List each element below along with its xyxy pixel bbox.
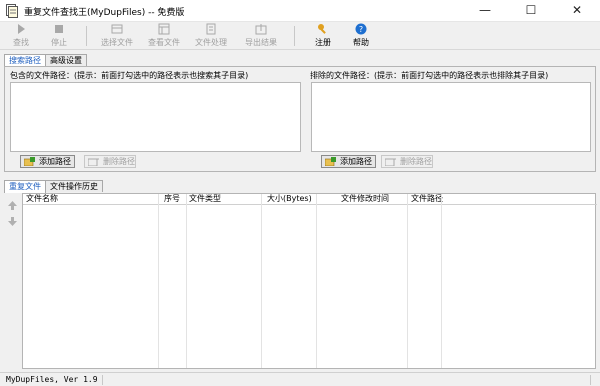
add-folder-icon xyxy=(24,157,35,166)
version-text: MyDupFiles, Ver 1.9 xyxy=(6,375,98,384)
remove-exclude-path-label: 删除路径 xyxy=(400,157,432,166)
select-files-icon xyxy=(111,24,123,34)
search-tab-strip: 搜索路径 高级设置 xyxy=(4,54,204,67)
add-exclude-path-button[interactable]: 添加路径 xyxy=(321,155,376,168)
stop-button[interactable]: 停止 xyxy=(42,23,76,50)
help-label: 帮助 xyxy=(353,38,369,47)
add-include-path-button[interactable]: 添加路径 xyxy=(20,155,75,168)
status-divider xyxy=(590,375,591,385)
key-icon xyxy=(318,24,326,34)
export-results-button[interactable]: 导出结果 xyxy=(238,23,284,50)
file-process-button[interactable]: 文件处理 xyxy=(190,23,232,50)
tab-duplicate-files[interactable]: 重复文件 xyxy=(4,180,46,193)
help-button[interactable]: ? 帮助 xyxy=(344,23,378,50)
column-divider xyxy=(441,194,442,368)
toolbar: 查找 停止 选择文件 查看文件 文件处理 导出结果 注册 ? 帮助 xyxy=(0,22,600,50)
register-label: 注册 xyxy=(315,38,331,47)
toolbar-separator xyxy=(294,26,295,46)
add-exclude-path-label: 添加路径 xyxy=(340,157,372,166)
svg-text:?: ? xyxy=(359,25,363,34)
column-divider xyxy=(316,194,317,368)
view-file-icon xyxy=(158,23,170,35)
duplicate-files-table[interactable]: 文件名称 序号 文件类型 大小(Bytes) 文件修改时间 文件路径 xyxy=(22,193,597,369)
column-divider xyxy=(407,194,408,368)
column-divider xyxy=(261,194,262,368)
file-process-label: 文件处理 xyxy=(195,38,227,47)
play-icon xyxy=(18,24,25,34)
status-bar: MyDupFiles, Ver 1.9 xyxy=(0,372,600,386)
add-include-path-label: 添加路径 xyxy=(39,157,71,166)
search-button-label: 查找 xyxy=(13,38,29,47)
select-files-label: 选择文件 xyxy=(101,38,133,47)
export-results-label: 导出结果 xyxy=(245,38,277,47)
maximize-button[interactable]: ☐ xyxy=(508,0,554,22)
column-header-size[interactable]: 大小(Bytes) xyxy=(267,194,312,205)
remove-folder-icon xyxy=(88,158,99,166)
remove-include-path-label: 删除路径 xyxy=(103,157,135,166)
stop-icon xyxy=(55,25,63,33)
move-down-icon[interactable] xyxy=(7,216,18,227)
close-button[interactable]: ✕ xyxy=(554,0,600,22)
column-header-file-type[interactable]: 文件类型 xyxy=(189,194,221,205)
stop-button-label: 停止 xyxy=(51,38,67,47)
column-header-file-name[interactable]: 文件名称 xyxy=(26,194,58,205)
register-button[interactable]: 注册 xyxy=(306,23,340,50)
column-divider xyxy=(186,194,187,368)
move-up-icon[interactable] xyxy=(7,200,18,211)
column-header-index[interactable]: 序号 xyxy=(164,194,180,205)
minimize-button[interactable]: — xyxy=(462,0,508,22)
search-paths-panel: 包含的文件路径：(提示：前面打勾选中的路径表示也搜索其子目录) 添加路径 删除路… xyxy=(4,66,596,172)
status-divider xyxy=(102,375,103,385)
column-divider xyxy=(158,194,159,368)
window-title: 重复文件查找王(MyDupFiles) -- 免费版 xyxy=(24,8,185,18)
app-icon xyxy=(6,4,18,18)
include-paths-list[interactable] xyxy=(10,82,301,152)
result-tab-strip: 重复文件 文件操作历史 xyxy=(4,180,204,193)
view-file-button[interactable]: 查看文件 xyxy=(144,23,184,50)
file-process-icon xyxy=(206,23,216,35)
column-header-file-path[interactable]: 文件路径 xyxy=(411,194,443,205)
remove-folder-icon xyxy=(385,158,396,166)
select-files-button[interactable]: 选择文件 xyxy=(94,23,140,50)
help-icon: ? xyxy=(355,23,367,35)
tab-operation-history[interactable]: 文件操作历史 xyxy=(45,180,103,192)
search-button[interactable]: 查找 xyxy=(4,23,38,50)
export-icon xyxy=(255,24,267,35)
include-paths-label: 包含的文件路径：(提示：前面打勾选中的路径表示也搜索其子目录) xyxy=(10,71,249,80)
title-bar: 重复文件查找王(MyDupFiles) -- 免费版 — ☐ ✕ xyxy=(0,0,600,22)
column-header-modified-time[interactable]: 文件修改时间 xyxy=(341,194,389,205)
tab-advanced-settings[interactable]: 高级设置 xyxy=(45,54,87,66)
exclude-paths-label: 排除的文件路径：(提示：前面打勾选中的路径表示也排除其子目录) xyxy=(310,71,549,80)
remove-include-path-button[interactable]: 删除路径 xyxy=(84,155,136,168)
toolbar-separator xyxy=(86,26,87,46)
remove-exclude-path-button[interactable]: 删除路径 xyxy=(381,155,433,168)
view-file-label: 查看文件 xyxy=(148,38,180,47)
exclude-paths-list[interactable] xyxy=(311,82,591,152)
add-folder-icon xyxy=(325,157,336,166)
